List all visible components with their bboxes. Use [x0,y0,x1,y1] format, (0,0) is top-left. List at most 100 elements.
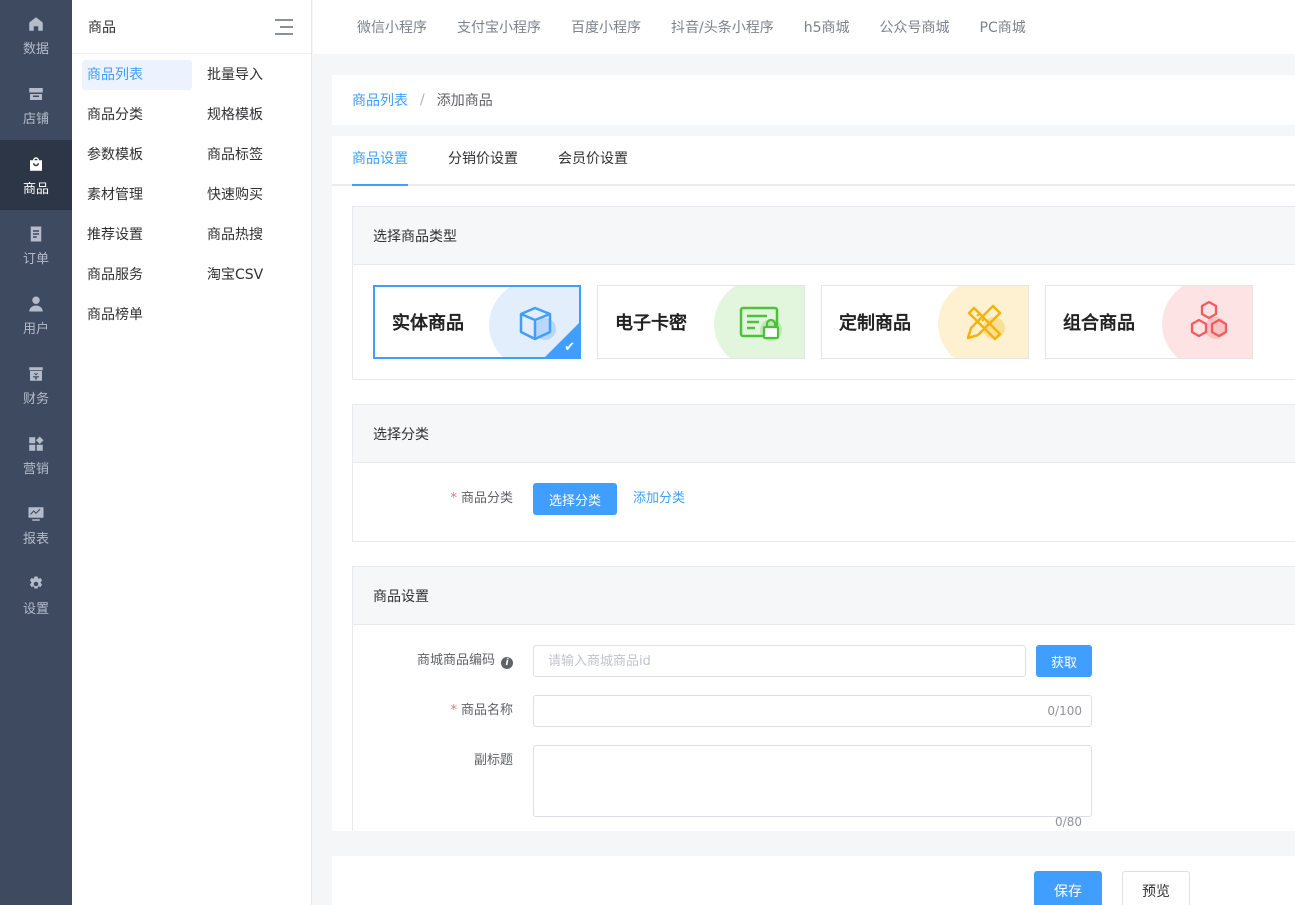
submenu-item-taobao-csv[interactable]: 淘宝CSV [202,260,312,290]
goods-code-label: 商城商品编码 [416,653,495,668]
panel-title: 选择分类 [353,405,1295,463]
goods-name-row: * 商品名称 0/100 [353,677,1295,727]
main-content: 商品列表 / 添加商品 商品设置 分销价设置 会员价设置 选择商品类型 实体商品 [332,75,1295,831]
main-nav-rail: 数据 店铺 商品 订单 用户 财务 营销 报表 设置 [0,0,72,905]
submenu-title: 商品 [88,19,116,36]
goods-settings-panel: 商品设置 商城商品编码 i 获取 *商品名称 0/100 副标题 0/80 [352,566,1295,831]
submenu-item-goods-service[interactable]: 商品服务 [82,260,192,290]
home-icon [26,14,46,34]
report-icon [26,504,46,524]
type-card-name: 组合商品 [1063,313,1135,334]
rail-item-store[interactable]: 店铺 [0,70,72,140]
settings-icon [26,574,46,594]
subtitle-label: 副标题 [473,753,513,768]
form-area: 选择商品类型 实体商品 ✔ 电子卡密 定制商品 组合商品 选择分类 * 商品分类… [332,186,1295,831]
panel-title: 商品设置 [353,567,1295,625]
field-label: 副标题 [353,745,533,777]
rail-item-label: 营销 [22,461,49,477]
submenu-item-quick-buy[interactable]: 快速购买 [202,180,312,210]
store-icon [26,84,46,104]
submenu-item-param-template[interactable]: 参数模板 [82,140,192,170]
hexagons-icon [1190,300,1228,339]
rail-item-finance[interactable]: 财务 [0,350,72,420]
goods-name-counter: 0/100 [1047,704,1082,718]
breadcrumb-parent[interactable]: 商品列表 [352,90,408,110]
platform-tab-pc[interactable]: PC商城 [980,17,1026,37]
subtitle-textarea[interactable] [533,745,1092,817]
submenu-item-ranking[interactable]: 商品榜单 [82,300,192,330]
rail-item-settings[interactable]: 设置 [0,560,72,630]
add-category-link[interactable]: 添加分类 [633,483,685,515]
submenu-item-spec-template[interactable]: 规格模板 [202,100,312,130]
breadcrumb-current: 添加商品 [436,93,493,109]
card-lock-icon [739,306,782,341]
submenu-links: 商品列表 批量导入 商品分类 规格模板 参数模板 商品标签 素材管理 快速购买 … [72,54,311,336]
rail-item-orders[interactable]: 订单 [0,210,72,280]
category-panel: 选择分类 * 商品分类 选择分类 添加分类 [352,404,1295,542]
goods-submenu: 商品 商品列表 批量导入 商品分类 规格模板 参数模板 商品标签 素材管理 快速… [72,0,312,905]
order-icon [26,224,46,244]
settings-tabs: 商品设置 分销价设置 会员价设置 [332,136,1295,186]
submenu-item-goods-tags[interactable]: 商品标签 [202,140,312,170]
submenu-header: 商品 [72,0,311,54]
select-category-button[interactable]: 选择分类 [533,483,618,515]
type-card-name: 实体商品 [392,313,464,334]
submenu-item-recommend[interactable]: 推荐设置 [82,220,192,250]
goods-name-wrapper: 0/100 [533,695,1092,727]
submenu-item-batch-import[interactable]: 批量导入 [202,60,312,90]
rail-item-label: 财务 [22,391,49,407]
rail-item-label: 报表 [22,531,49,547]
save-button[interactable]: 保存 [1034,871,1102,905]
platform-tab-douyin[interactable]: 抖音/头条小程序 [671,17,774,37]
rail-item-users[interactable]: 用户 [0,280,72,350]
type-card-name: 定制商品 [839,313,911,334]
submenu-item-goods-list[interactable]: 商品列表 [82,60,192,90]
type-card-name: 电子卡密 [615,313,687,334]
platform-tab-baidu[interactable]: 百度小程序 [571,17,641,37]
product-type-panel: 选择商品类型 实体商品 ✔ 电子卡密 定制商品 组合商品 [352,206,1295,380]
submenu-item-goods-category[interactable]: 商品分类 [82,100,192,130]
type-card-custom[interactable]: 定制商品 [821,285,1029,359]
field-label: * 商品分类 [353,483,533,515]
rail-item-label: 设置 [22,601,49,617]
product-type-cards: 实体商品 ✔ 电子卡密 定制商品 组合商品 [353,265,1295,379]
collapse-menu-icon[interactable] [275,18,293,35]
tab-member-price[interactable]: 会员价设置 [558,136,628,184]
platform-tab-wechat[interactable]: 微信小程序 [357,17,427,37]
goods-name-input[interactable] [533,695,1092,727]
category-label: 商品分类 [460,491,513,506]
goods-code-input[interactable] [533,645,1026,677]
fetch-button[interactable]: 获取 [1036,645,1092,677]
rail-item-label: 店铺 [22,111,49,127]
platform-tab-h5[interactable]: h5商城 [804,17,850,37]
required-mark: * [450,491,457,506]
tab-distribution-price[interactable]: 分销价设置 [448,136,518,184]
rail-item-marketing[interactable]: 营销 [0,420,72,490]
preview-button[interactable]: 预览 [1122,871,1190,905]
rail-item-label: 商品 [22,181,49,197]
tab-goods-settings[interactable]: 商品设置 [352,136,408,186]
type-card-bundle[interactable]: 组合商品 [1045,285,1253,359]
check-icon: ✔ [564,340,575,355]
info-icon[interactable]: i [501,657,513,669]
rail-item-goods[interactable]: 商品 [0,140,72,210]
rail-item-reports[interactable]: 报表 [0,490,72,560]
platform-tabs: 微信小程序 支付宝小程序 百度小程序 抖音/头条小程序 h5商城 公众号商城 P… [313,0,1295,54]
submenu-item-hot-search[interactable]: 商品热搜 [202,220,312,250]
platform-tab-official-account[interactable]: 公众号商城 [880,17,950,37]
platform-tab-alipay[interactable]: 支付宝小程序 [457,17,541,37]
type-card-physical[interactable]: 实体商品 ✔ [373,285,581,359]
rail-item-label: 用户 [22,321,49,337]
rail-item-label: 数据 [22,41,49,57]
type-card-virtual-card[interactable]: 电子卡密 [597,285,805,359]
breadcrumb-separator: / [420,92,425,108]
submenu-item-material[interactable]: 素材管理 [82,180,192,210]
field-label: * 商品名称 [353,695,533,727]
user-icon [26,294,46,314]
goods-name-label: 商品名称 [460,703,513,718]
rail-item-data[interactable]: 数据 [0,0,72,70]
subtitle-wrapper: 0/80 [533,745,1092,829]
breadcrumb: 商品列表 / 添加商品 [332,75,1295,125]
finance-icon [26,364,46,384]
goods-code-row: 商城商品编码 i 获取 [353,625,1295,677]
